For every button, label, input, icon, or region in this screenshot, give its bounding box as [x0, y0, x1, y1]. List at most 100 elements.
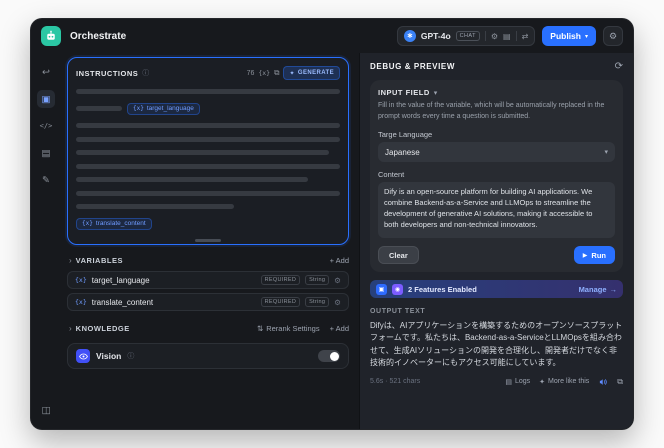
info-icon[interactable]: ⓘ	[127, 351, 134, 361]
prompt-log-icon[interactable]: ▤	[503, 32, 511, 41]
type-badge: String	[305, 297, 330, 307]
skeleton-line	[76, 136, 340, 142]
add-knowledge-button[interactable]: + Add	[330, 324, 349, 333]
clear-button[interactable]: Clear	[378, 246, 419, 264]
eye-icon	[76, 349, 90, 363]
skeleton-line	[76, 163, 340, 169]
variable-chip-label: translate_content	[95, 220, 146, 227]
input-field-header[interactable]: INPUT FIELD ▾	[378, 88, 615, 97]
skeleton-line	[76, 89, 340, 94]
logs-button[interactable]: ▤ Logs	[505, 378, 530, 386]
annotation-icon[interactable]: ✎	[37, 171, 55, 189]
variable-chip[interactable]: {x} translate_content	[76, 217, 152, 230]
content-textarea[interactable]: Dify is an open-source platform for buil…	[378, 182, 615, 238]
publish-button[interactable]: Publish ▾	[542, 26, 596, 46]
orchestrate-icon[interactable]: ▣	[37, 90, 55, 108]
variables-title: VARIABLES	[75, 256, 123, 265]
chevron-down-icon: ▾	[433, 89, 438, 97]
variable-icon: {x}	[75, 298, 87, 306]
variable-row[interactable]: {x} translate_content REQUIRED String ⚙	[67, 293, 349, 311]
run-label: Run	[591, 250, 606, 260]
skeleton-line	[76, 123, 340, 128]
variable-chip-label: target_language	[146, 105, 194, 112]
model-config-icon[interactable]: ⚙	[491, 32, 498, 41]
manage-features-button[interactable]: Manage →	[579, 285, 617, 294]
play-icon: ▶	[582, 252, 588, 259]
generate-button[interactable]: ✦ GENERATE	[283, 66, 340, 80]
action-row: Clear ▶ Run	[378, 246, 615, 264]
knowledge-title: KNOWLEDGE	[75, 324, 130, 333]
debug-title: DEBUG & PREVIEW	[370, 62, 456, 71]
robot-icon	[47, 30, 55, 40]
skeleton-line	[76, 150, 330, 155]
speaker-icon[interactable]	[598, 377, 608, 387]
copy-icon[interactable]: ⧉	[617, 377, 623, 387]
chevron-down-icon: ▾	[604, 149, 608, 156]
more-like-this-label: More like this	[548, 378, 590, 386]
run-button[interactable]: ▶ Run	[573, 246, 615, 264]
app-window: Orchestrate ∗ GPT-4o CHAT ⚙ ▤ ⇄ Publish …	[30, 18, 634, 430]
content-label: Content	[378, 170, 405, 179]
sparkle-icon: ✦	[539, 378, 546, 386]
model-selector[interactable]: ∗ GPT-4o CHAT ⚙ ▤ ⇄	[396, 26, 536, 46]
input-field-title: INPUT FIELD	[378, 88, 430, 97]
model-provider-icon: ∗	[403, 30, 416, 42]
debug-header: DEBUG & PREVIEW ⟳	[370, 61, 623, 72]
required-badge: REQUIRED	[260, 297, 301, 307]
compare-icon[interactable]: ⇄	[522, 32, 529, 41]
info-icon[interactable]: ⓘ	[142, 68, 149, 78]
required-badge: REQUIRED	[260, 275, 301, 285]
arrow-right-icon: →	[609, 284, 618, 294]
resize-handle[interactable]	[195, 239, 221, 242]
chevron-right-icon[interactable]: ›	[69, 256, 72, 265]
add-variable-button[interactable]: + Add	[330, 256, 349, 265]
gear-icon: ⚙	[608, 30, 618, 41]
features-bar: ▣ ◉ 2 Features Enabled Manage →	[370, 280, 623, 298]
target-language-select[interactable]: Japanese ▾	[378, 142, 615, 162]
output-text: Difyは、AIアプリケーションを構築するためのオープンソースプラットフォームで…	[370, 321, 623, 368]
skeleton-line	[76, 204, 235, 209]
variable-icon: {x}	[75, 276, 87, 284]
variable-settings-icon[interactable]: ⚙	[334, 298, 341, 307]
variable-icon: {x}	[133, 105, 144, 112]
knowledge-header: › KNOWLEDGE ⇅ Rerank Settings + Add	[69, 324, 349, 333]
vision-toggle[interactable]	[318, 350, 340, 362]
sparkle-icon: ✦	[289, 70, 295, 77]
nav-rail: ↩ ▣ </> ▤ ✎ ◫	[31, 53, 61, 429]
skeleton-line	[76, 190, 340, 196]
features-enabled-text: 2 Features Enabled	[408, 284, 477, 294]
chevron-right-icon[interactable]: ›	[69, 324, 72, 333]
divider	[484, 31, 486, 41]
logs-label: Logs	[514, 378, 531, 386]
variable-row[interactable]: {x} target_language REQUIRED String ⚙	[67, 271, 349, 289]
vision-card: Vision ⓘ	[67, 343, 349, 369]
back-icon[interactable]: ↩	[37, 63, 55, 81]
model-mode-badge: CHAT	[455, 31, 480, 41]
variable-name: translate_content	[91, 297, 154, 307]
more-like-this-button[interactable]: ✦ More like this	[539, 378, 589, 386]
variable-icon: {x}	[82, 220, 93, 227]
logs-icon[interactable]: ▤	[37, 144, 55, 162]
debug-preview-panel: DEBUG & PREVIEW ⟳ INPUT FIELD ▾ Fill in …	[359, 53, 633, 429]
copy-icon[interactable]: ⧉	[274, 68, 279, 78]
refresh-icon[interactable]: ⟳	[615, 61, 623, 72]
variable-settings-icon[interactable]: ⚙	[334, 276, 341, 285]
app-logo-icon[interactable]	[41, 26, 61, 46]
sliders-icon: ⇅	[256, 324, 264, 333]
instructions-header: INSTRUCTIONS ⓘ 76 {x} ⧉ ✦ GENERATE	[76, 66, 340, 80]
feature-icon-1: ▣	[376, 283, 387, 295]
feature-icon-2: ◉	[392, 283, 403, 295]
insert-variable-icon[interactable]: {x}	[258, 69, 270, 77]
output-text-title: OUTPUT TEXT	[370, 308, 426, 315]
vision-title: Vision	[96, 351, 122, 361]
variable-chip[interactable]: {x} target_language	[127, 102, 200, 115]
input-field-description: Fill in the value of the variable, which…	[378, 102, 605, 120]
app-settings-button[interactable]: ⚙	[603, 26, 623, 46]
logs-icon: ▤	[505, 378, 512, 386]
rerank-settings-button[interactable]: ⇅ Rerank Settings	[257, 324, 320, 333]
api-access-icon[interactable]: </>	[37, 117, 55, 135]
collapse-sidebar-icon[interactable]: ◫	[37, 401, 55, 419]
prompt-editor[interactable]: {x} target_language {x} translate_conten…	[76, 89, 340, 230]
desktop-background: Orchestrate ∗ GPT-4o CHAT ⚙ ▤ ⇄ Publish …	[0, 0, 664, 448]
chevron-down-icon: ▾	[584, 33, 588, 40]
